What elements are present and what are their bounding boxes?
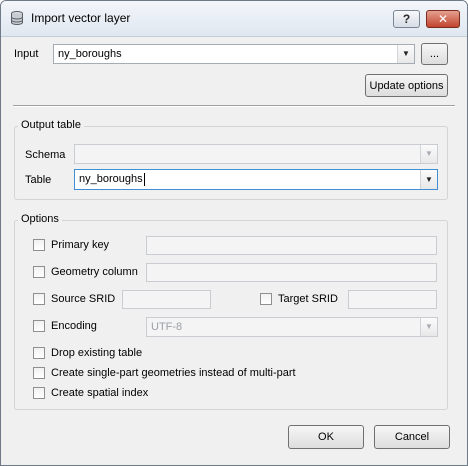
spatial-index-label: Create spatial index bbox=[51, 387, 149, 399]
ok-label: OK bbox=[318, 431, 334, 443]
checkbox-box[interactable] bbox=[33, 239, 45, 251]
window-title: Import vector layer bbox=[31, 11, 131, 25]
geometry-column-input[interactable] bbox=[146, 263, 437, 282]
import-vector-layer-dialog: Import vector layer ? ✕ Input ny_borough… bbox=[0, 0, 468, 466]
geometry-column-label: Geometry column bbox=[51, 266, 138, 278]
target-srid-label: Target SRID bbox=[278, 293, 338, 305]
separator bbox=[13, 105, 455, 107]
encoding-combobox[interactable]: UTF-8 ▼ bbox=[146, 317, 438, 337]
options-title: Options bbox=[18, 213, 62, 225]
drop-existing-label: Drop existing table bbox=[51, 347, 143, 359]
schema-label: Schema bbox=[25, 149, 66, 161]
geometry-column-checkbox[interactable]: Geometry column bbox=[33, 266, 138, 278]
drop-existing-checkbox[interactable]: Drop existing table bbox=[33, 347, 142, 359]
checkbox-box[interactable] bbox=[33, 387, 45, 399]
encoding-label: Encoding bbox=[51, 320, 97, 332]
table-combobox[interactable]: ny_boroughs ▼ bbox=[74, 169, 438, 190]
text-caret bbox=[143, 172, 145, 186]
close-icon: ✕ bbox=[437, 12, 449, 26]
database-icon bbox=[11, 11, 23, 25]
input-value: ny_boroughs bbox=[58, 48, 122, 60]
schema-combobox[interactable]: ▼ bbox=[74, 144, 438, 164]
update-options-label: Update options bbox=[369, 79, 444, 92]
input-combobox[interactable]: ny_boroughs ▼ bbox=[53, 44, 415, 64]
spatial-index-checkbox[interactable]: Create spatial index bbox=[33, 387, 148, 399]
update-options-button[interactable]: Update options bbox=[365, 74, 448, 97]
source-srid-input[interactable] bbox=[122, 290, 211, 309]
table-label: Table bbox=[25, 174, 52, 186]
checkbox-box[interactable] bbox=[33, 347, 45, 359]
chevron-down-icon[interactable]: ▼ bbox=[397, 45, 414, 63]
output-table-title: Output table bbox=[18, 119, 84, 131]
checkbox-box[interactable] bbox=[33, 320, 45, 332]
cancel-label: Cancel bbox=[394, 431, 430, 443]
input-label: Input bbox=[14, 48, 39, 60]
chevron-down-icon[interactable]: ▼ bbox=[420, 145, 437, 163]
primary-key-label: Primary key bbox=[51, 239, 110, 251]
help-icon: ? bbox=[402, 12, 411, 26]
browse-button[interactable]: ... bbox=[421, 43, 448, 65]
primary-key-checkbox[interactable]: Primary key bbox=[33, 239, 109, 251]
checkbox-box[interactable] bbox=[33, 367, 45, 379]
target-srid-checkbox[interactable]: Target SRID bbox=[260, 293, 338, 305]
checkbox-box[interactable] bbox=[33, 266, 45, 278]
browse-label: ... bbox=[429, 48, 440, 60]
ok-button[interactable]: OK bbox=[288, 425, 364, 449]
table-value: ny_boroughs bbox=[79, 173, 143, 185]
chevron-down-icon[interactable]: ▼ bbox=[420, 318, 437, 336]
source-srid-label: Source SRID bbox=[51, 293, 116, 305]
dialog-content: Input ny_boroughs ▼ ... Update options O… bbox=[8, 37, 460, 459]
target-srid-input[interactable] bbox=[348, 290, 437, 309]
checkbox-box[interactable] bbox=[33, 293, 45, 305]
primary-key-input[interactable] bbox=[146, 236, 437, 255]
chevron-down-icon[interactable]: ▼ bbox=[420, 170, 437, 189]
source-srid-checkbox[interactable]: Source SRID bbox=[33, 293, 115, 305]
single-part-checkbox[interactable]: Create single-part geometries instead of… bbox=[33, 367, 296, 379]
single-part-label: Create single-part geometries instead of… bbox=[51, 367, 296, 379]
checkbox-box[interactable] bbox=[260, 293, 272, 305]
encoding-checkbox[interactable]: Encoding bbox=[33, 320, 97, 332]
cancel-button[interactable]: Cancel bbox=[374, 425, 450, 449]
close-button[interactable]: ✕ bbox=[426, 10, 460, 28]
title-bar: Import vector layer ? ✕ bbox=[1, 1, 467, 37]
encoding-value: UTF-8 bbox=[151, 321, 183, 333]
help-button[interactable]: ? bbox=[393, 10, 420, 28]
